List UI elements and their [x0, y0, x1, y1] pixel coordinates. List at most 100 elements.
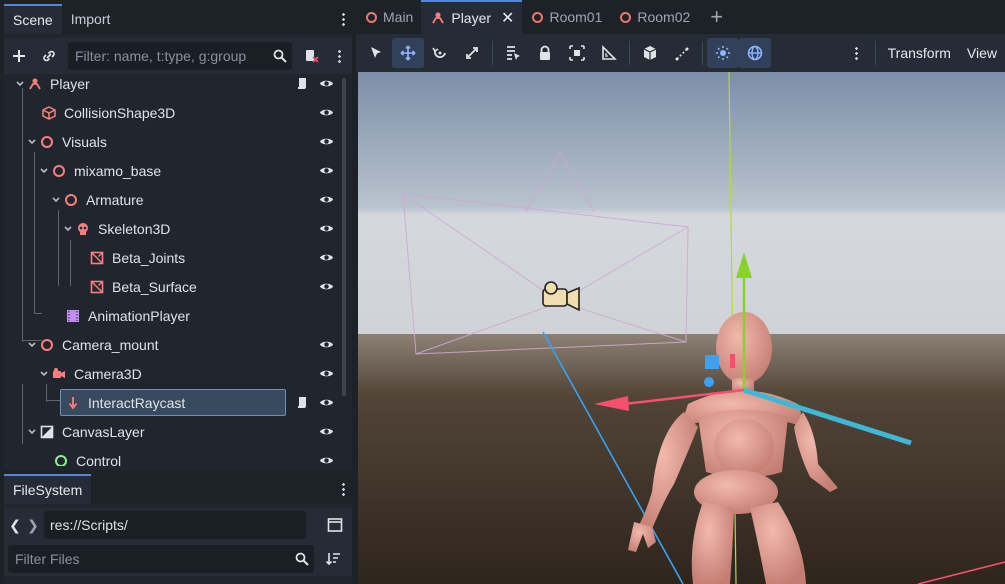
tree-item-animationplayer[interactable]: AnimationPlayer — [4, 301, 340, 330]
chevron-down-icon[interactable] — [14, 78, 26, 90]
collision-shape-icon — [42, 105, 56, 120]
tree-item-label: Armature — [86, 191, 144, 208]
node3d-icon — [620, 11, 632, 23]
visibility-eye-icon[interactable] — [319, 366, 334, 381]
filesystem-path-input[interactable]: res://Scripts/ — [44, 511, 306, 539]
search-icon — [290, 552, 314, 566]
move-tool-icon[interactable] — [392, 38, 424, 68]
tree-item-beta-surface[interactable]: Beta_Surface — [4, 272, 340, 301]
tree-item-collisionshape3d[interactable]: CollisionShape3D — [4, 98, 340, 127]
visibility-eye-icon[interactable] — [319, 395, 334, 410]
visibility-eye-icon[interactable] — [319, 105, 334, 120]
snap-icon[interactable] — [666, 38, 698, 68]
filter-files-input[interactable]: Filter Files — [8, 545, 314, 573]
tab-filesystem[interactable]: FileSystem — [4, 474, 92, 504]
split-view-icon[interactable] — [320, 510, 350, 540]
visibility-eye-icon[interactable] — [319, 424, 334, 439]
chevron-down-icon[interactable] — [26, 136, 38, 148]
camera-icon — [52, 367, 66, 381]
scene-options-icon[interactable] — [326, 49, 352, 63]
menu-transform[interactable]: Transform — [880, 45, 959, 61]
node3d-icon — [532, 11, 544, 23]
visibility-eye-icon[interactable] — [319, 337, 334, 352]
scene-filter-input[interactable]: Filter: name, t:type, g:group — [68, 42, 292, 70]
chevron-down-icon[interactable] — [62, 223, 74, 235]
cube-icon[interactable] — [634, 38, 666, 68]
script-icon[interactable] — [296, 395, 310, 409]
scene-tab-main[interactable]: Main — [356, 0, 421, 34]
scene-tab-player[interactable]: Player ✕ — [421, 0, 523, 34]
visibility-eye-icon[interactable] — [319, 76, 334, 91]
tree-item-label: Camera3D — [74, 365, 142, 382]
tree-item-canvaslayer[interactable]: CanvasLayer — [4, 417, 340, 446]
tree-item-mixamo-base[interactable]: mixamo_base — [4, 156, 340, 185]
tree-item-label: Player — [50, 75, 90, 92]
filesystem-path-row: ❮ ❯ res://Scripts/ — [4, 508, 352, 542]
tree-item-armature[interactable]: Armature — [4, 185, 340, 214]
visibility-eye-icon[interactable] — [319, 163, 334, 178]
chevron-down-icon[interactable] — [38, 165, 50, 177]
tree-item-label: mixamo_base — [74, 162, 162, 179]
chevron-right-icon[interactable]: ❯ — [26, 517, 40, 534]
scene-tree-scrollbar[interactable] — [342, 78, 346, 396]
scale-tool-icon[interactable] — [456, 38, 488, 68]
tree-item-beta-joints[interactable]: Beta_Joints — [4, 243, 340, 272]
tree-item-interactraycast[interactable]: InteractRaycast — [4, 388, 340, 417]
lock-icon[interactable] — [529, 38, 561, 68]
group-icon[interactable] — [561, 38, 593, 68]
visibility-eye-icon[interactable] — [319, 192, 334, 207]
tree-item-skeleton3d[interactable]: Skeleton3D — [4, 214, 340, 243]
scene-tab-room01[interactable]: Room01 — [522, 0, 610, 34]
player-node-icon — [431, 11, 445, 25]
instance-scene-link-icon[interactable] — [34, 41, 64, 71]
rotate-tool-icon[interactable] — [424, 38, 456, 68]
visibility-eye-icon[interactable] — [319, 250, 334, 265]
3d-viewport[interactable] — [358, 72, 1005, 584]
filesystem-dock: FileSystem ❮ ❯ res://Scripts/ Filter Fil… — [4, 474, 352, 584]
visibility-eye-icon[interactable] — [319, 279, 334, 294]
visibility-eye-icon[interactable] — [319, 221, 334, 236]
scene-tab-room02[interactable]: Room02 — [610, 0, 698, 34]
left-dock: Scene Import Filter: name, t:type, g:gro… — [0, 0, 356, 584]
script-icon[interactable] — [296, 76, 310, 90]
sort-icon[interactable] — [318, 544, 348, 574]
scene-dock-tabbar: Scene Import — [4, 4, 352, 34]
visibility-eye-icon[interactable] — [319, 134, 334, 149]
chevron-down-icon[interactable] — [50, 194, 62, 206]
chevron-down-icon[interactable] — [38, 368, 50, 380]
tree-item-control[interactable]: Control — [4, 446, 340, 466]
viewport-more-icon[interactable] — [843, 46, 871, 60]
scene-dock-menu-icon[interactable] — [334, 4, 352, 34]
ruler-icon[interactable] — [593, 38, 625, 68]
environment-preview-icon[interactable] — [739, 38, 771, 68]
add-scene-tab-icon[interactable]: + — [698, 0, 735, 34]
add-node-icon[interactable] — [4, 41, 34, 71]
filesystem-menu-icon[interactable] — [334, 474, 352, 504]
visibility-eye-icon[interactable] — [319, 453, 334, 466]
menu-view[interactable]: View — [959, 45, 1005, 61]
raycast-icon — [66, 396, 80, 410]
tree-item-label: AnimationPlayer — [88, 307, 190, 324]
sun-preview-icon[interactable] — [707, 38, 739, 68]
chevron-left-icon[interactable]: ❮ — [4, 517, 26, 534]
canvas-layer-icon — [40, 425, 54, 439]
attach-script-icon[interactable] — [296, 41, 326, 71]
chevron-down-icon[interactable] — [26, 426, 38, 438]
tree-item-player[interactable]: Player — [4, 74, 340, 98]
scene-dock: Scene Import Filter: name, t:type, g:gro… — [4, 4, 352, 470]
tree-item-label: Beta_Joints — [112, 249, 186, 266]
tab-scene[interactable]: Scene — [4, 4, 62, 34]
scene-tree: Player CollisionShape3D Visuals mixamo_b… — [4, 74, 340, 466]
list-select-icon[interactable] — [497, 38, 529, 68]
close-tab-icon[interactable]: ✕ — [501, 8, 514, 28]
tree-item-camera-mount[interactable]: Camera_mount — [4, 330, 340, 359]
tree-item-camera3d[interactable]: Camera3D — [4, 359, 340, 388]
tree-item-visuals[interactable]: Visuals — [4, 127, 340, 156]
main-editor: Main Player ✕ Room01 Room02 + Transform … — [356, 0, 1005, 584]
filesystem-tabbar: FileSystem — [4, 474, 352, 504]
chevron-down-icon[interactable] — [26, 339, 38, 351]
viewport-toolbar: Transform View — [356, 34, 1005, 72]
select-tool-icon[interactable] — [360, 38, 392, 68]
tab-import[interactable]: Import — [62, 4, 120, 34]
tree-item-label: Control — [76, 452, 122, 467]
